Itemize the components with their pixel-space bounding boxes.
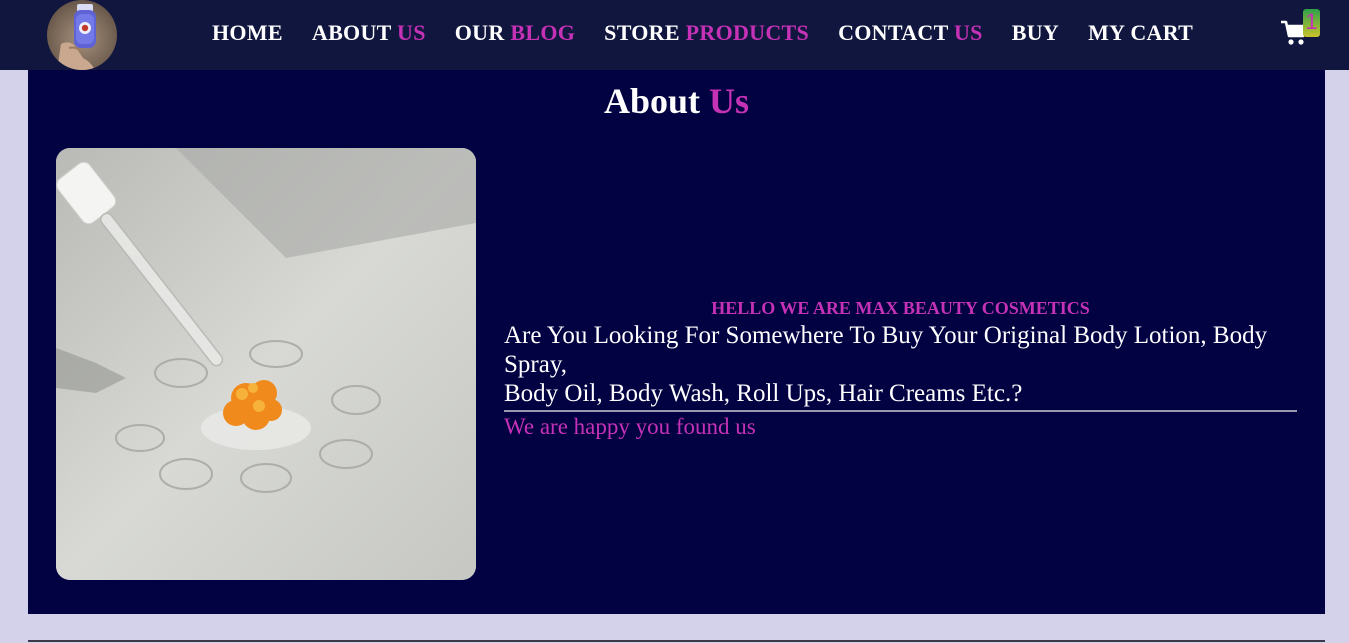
about-title-accent: Us (709, 81, 750, 121)
cart-count-badge: 1 (1303, 9, 1320, 37)
brand-logo[interactable] (47, 0, 117, 70)
about-title: About Us (28, 80, 1325, 122)
nav-store-accent: PRODUCTS (685, 20, 810, 45)
nav-about-accent: US (397, 20, 426, 45)
main-nav: HOME ABOUT US OUR BLOG STORE PRODUCTS CO… (212, 20, 1193, 46)
nav-store-label: STORE (604, 20, 680, 45)
nav-our-blog[interactable]: OUR BLOG (455, 20, 575, 46)
nav-contact-us[interactable]: CONTACT US (838, 20, 983, 46)
nav-home[interactable]: HOME (212, 20, 283, 46)
nav-buy[interactable]: BUY (1012, 20, 1059, 46)
about-image (56, 148, 476, 580)
nav-home-label: HOME (212, 20, 283, 45)
nav-about-us[interactable]: ABOUT US (312, 20, 426, 46)
cart-button[interactable]: 1 (1280, 9, 1320, 49)
nav-blog-accent: BLOG (510, 20, 576, 45)
about-headline-line1: Are You Looking For Somewhere To Buy You… (504, 322, 1268, 378)
footer-divider (28, 640, 1325, 642)
about-headline: Are You Looking For Somewhere To Buy You… (504, 321, 1297, 412)
nav-store-products[interactable]: STORE PRODUCTS (604, 20, 809, 46)
nav-buy-label: BUY (1011, 20, 1060, 45)
nav-my-cart[interactable]: MY CART (1088, 20, 1193, 46)
nav-blog-label: OUR (454, 20, 505, 45)
nav-cart-label: MY CART (1088, 20, 1194, 45)
hello-heading: HELLO WE ARE MAX BEAUTY COSMETICS (711, 298, 1090, 318)
nav-contact-label: CONTACT (838, 20, 949, 45)
nav-about-label: ABOUT (311, 20, 392, 45)
found-us-text: We are happy you found us (504, 414, 756, 439)
serum-dropper-photo (56, 148, 476, 580)
nav-contact-accent: US (953, 20, 983, 45)
about-section: About Us HELLO WE ARE MAX BEAUTY COSMETI… (28, 70, 1325, 614)
about-headline-line2: Body Oil, Body Wash, Roll Ups, Hair Crea… (504, 380, 1023, 407)
navbar: HOME ABOUT US OUR BLOG STORE PRODUCTS CO… (0, 0, 1349, 70)
logo-image (57, 4, 96, 70)
about-text-block: HELLO WE ARE MAX BEAUTY COSMETICS Are Yo… (504, 298, 1297, 440)
about-title-main: About (603, 81, 700, 121)
